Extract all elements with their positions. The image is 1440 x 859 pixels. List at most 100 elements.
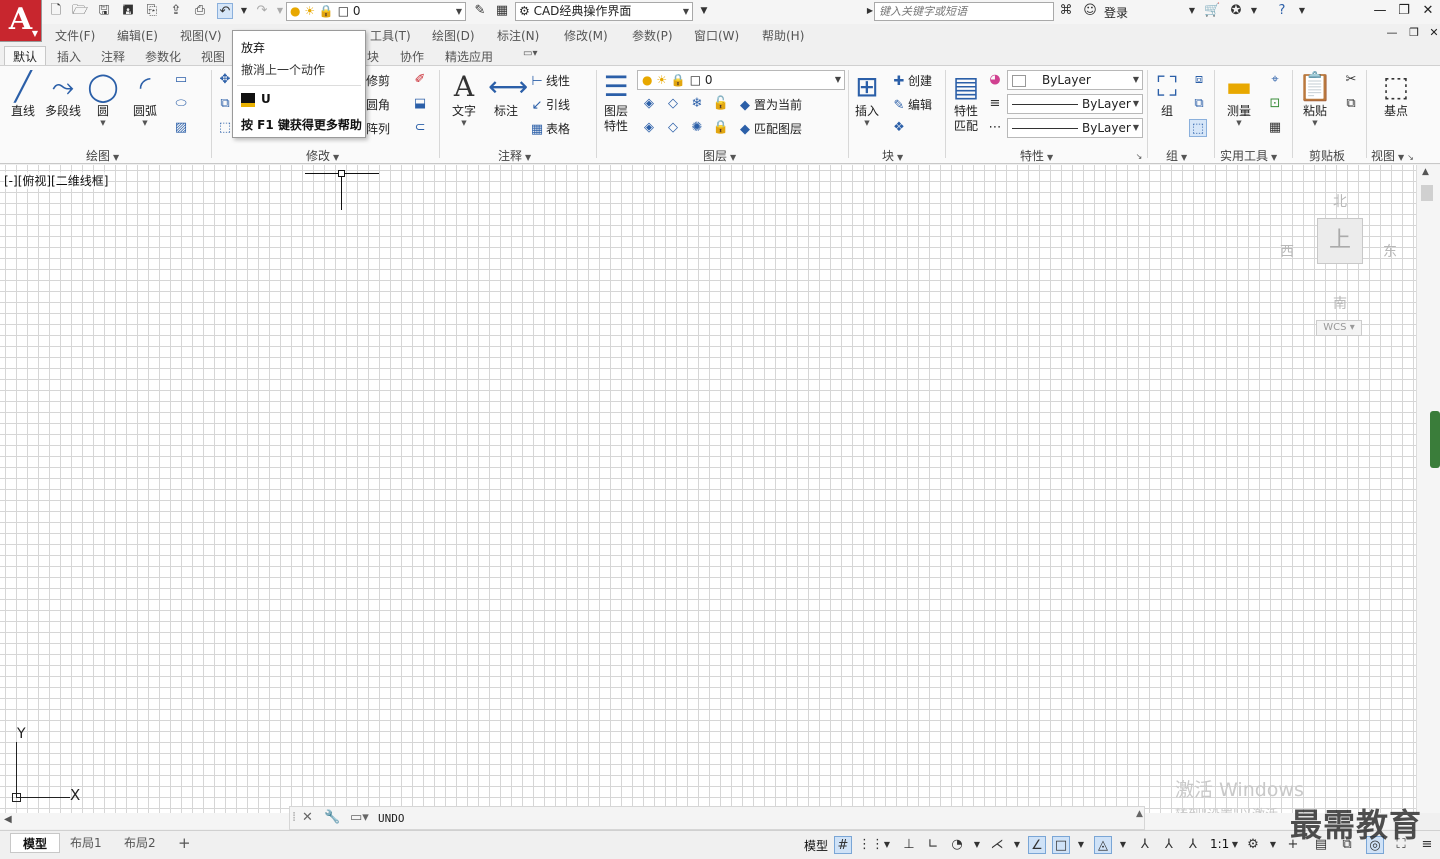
chevron-down-icon[interactable]: ▼ (1114, 836, 1132, 854)
annotation-scale-icon[interactable]: ⅄ (1136, 836, 1154, 854)
viewcube-west[interactable]: 西 (1280, 241, 1294, 261)
command-prompt-icon[interactable]: ▭▾ (350, 810, 369, 825)
navigation-bar-handle[interactable] (1430, 411, 1440, 468)
viewcube-north[interactable]: 北 (1333, 191, 1347, 211)
match-properties-icon[interactable]: ✎ (472, 3, 488, 19)
color-wheel-icon[interactable]: ◕ (986, 71, 1004, 89)
panel-title-utilities[interactable]: 实用工具 ▼ (1220, 147, 1277, 164)
panel-title-draw[interactable]: 绘图 ▼ (86, 147, 119, 164)
panel-title-block[interactable]: 块 ▼ (882, 147, 903, 164)
model-space-toggle[interactable]: 模型 (804, 837, 828, 854)
group-edit-icon[interactable]: ⧉ (1190, 95, 1208, 113)
viewcube-east[interactable]: 东 (1383, 241, 1397, 261)
print-icon[interactable]: ⎙ (192, 3, 208, 19)
viewcube[interactable]: 北 西 东 南 上 WCS ▾ (1276, 175, 1406, 345)
color-combo[interactable]: ByLayer ▼ (1007, 70, 1143, 90)
dialog-launcher-icon[interactable]: ↘ (1130, 148, 1148, 166)
panel-title-clipboard[interactable]: 剪贴板 (1309, 147, 1345, 164)
close-icon[interactable]: ✕ (302, 810, 313, 825)
menu-draw[interactable]: 绘图(D) (432, 27, 475, 44)
set-current-tool[interactable]: ◆ 置为当前 (736, 95, 802, 115)
ortho-icon[interactable]: ∟ (924, 836, 942, 854)
text-tool[interactable]: A 文字 ▼ (442, 70, 486, 127)
export-icon[interactable]: ⎘ (144, 3, 160, 19)
chevron-down-icon[interactable]: ▼ (1294, 3, 1310, 19)
viewcube-top-face[interactable]: 上 (1317, 218, 1363, 264)
minimize-icon[interactable]: — (1370, 2, 1390, 20)
polyline-tool[interactable]: ⤳ 多段线 (41, 70, 85, 119)
hatch-icon[interactable]: ▨ (172, 119, 190, 137)
panel-title-layers[interactable]: 图层 ▼ (703, 147, 736, 164)
help-icon[interactable]: ? (1274, 3, 1290, 19)
basepoint-tool[interactable]: ⬚ 基点 (1374, 70, 1418, 119)
tab-collaborate[interactable]: 协作 (400, 48, 424, 65)
tab-featured-apps[interactable]: 精选应用 (445, 48, 493, 65)
layout-tab-layout2[interactable]: 布局2 (112, 833, 168, 853)
polar-tracking-icon[interactable]: ◔ (948, 836, 966, 854)
menu-edit[interactable]: 编辑(E) (117, 27, 158, 44)
chevron-down-icon[interactable]: ▼ (878, 836, 896, 854)
tab-insert[interactable]: 插入 (57, 48, 81, 65)
tab-view[interactable]: 视图 (201, 48, 225, 65)
layer-off-icon[interactable]: ◈ (640, 95, 658, 113)
match-layer-tool[interactable]: ◆ 匹配图层 (736, 119, 802, 139)
offset-icon[interactable]: ⊂ (411, 119, 429, 137)
undo-icon[interactable]: ↶ (217, 3, 233, 19)
layer-thaw-icon[interactable]: ✺ (688, 119, 706, 137)
command-line[interactable]: ⁞ ✕ 🔧 ▭▾ UNDO ▲ (289, 806, 1145, 830)
tab-default[interactable]: 默认 (4, 46, 47, 66)
arc-tool[interactable]: ◜ 圆弧 ▼ (123, 70, 167, 127)
chevron-down-icon[interactable]: ▼ (1246, 3, 1262, 19)
open-file-icon[interactable]: 🗁 (72, 3, 88, 19)
ellipse-icon[interactable]: ⬭ (172, 95, 190, 113)
panel-title-view[interactable]: 视图 ▼ ↘ (1371, 147, 1414, 164)
lineweight-combo[interactable]: ByLayer ▼ (1007, 94, 1143, 114)
snap-icon[interactable]: ⋮⋮ (858, 836, 884, 854)
fillet-tool[interactable]: 圆角 (366, 95, 390, 115)
chevron-down-icon[interactable]: ▼ (1072, 836, 1090, 854)
object-snap-icon[interactable]: □ (1052, 836, 1070, 854)
save-as-icon[interactable]: 🖪 (120, 3, 136, 19)
annotation-visibility-icon[interactable]: ⅄ (1160, 836, 1178, 854)
quick-select-icon[interactable]: ⊡ (1266, 95, 1284, 113)
create-block-tool[interactable]: ✚ 创建 (890, 71, 932, 91)
layer-isolate-icon[interactable]: ◇ (664, 95, 682, 113)
doc-minimize-icon[interactable]: — (1382, 24, 1402, 42)
scroll-up-icon[interactable]: ▲ (1422, 167, 1429, 177)
login-button[interactable]: 登录 (1104, 4, 1128, 21)
copy-clip-icon[interactable]: ⧉ (1342, 95, 1360, 113)
restore-icon[interactable]: ❐ (1394, 2, 1414, 20)
new-file-icon[interactable]: 🗋 (48, 3, 64, 19)
line-tool[interactable]: ╱ 直线 (1, 70, 45, 119)
menu-help[interactable]: 帮助(H) (762, 27, 804, 44)
menu-view[interactable]: 视图(V) (180, 27, 222, 44)
undo-dropdown-icon[interactable]: ▼ (236, 3, 252, 19)
panel-title-modify[interactable]: 修改 ▼ (306, 147, 339, 164)
object-snap-tracking-icon[interactable]: ∠ (1028, 836, 1046, 854)
array-tool[interactable]: 阵列 (366, 119, 390, 139)
calculator-icon[interactable]: ▦ (494, 3, 510, 19)
group-select-icon[interactable]: ⬚ (1189, 119, 1207, 137)
chevron-down-icon[interactable]: ▼ (1184, 3, 1200, 19)
menu-file[interactable]: 文件(F) (55, 27, 95, 44)
id-point-icon[interactable]: ⌖ (1266, 71, 1284, 89)
scroll-left-icon[interactable]: ◀ (4, 814, 12, 825)
linetype-combo[interactable]: ByLayer ▼ (1007, 118, 1143, 138)
chevron-down-icon[interactable]: ▼ (968, 836, 986, 854)
measure-tool[interactable]: ▬ 测量 ▼ (1217, 70, 1261, 127)
binoculars-icon[interactable]: ⌘ (1058, 3, 1074, 19)
viewport-controls[interactable]: [-][俯视][二维线框] (4, 172, 109, 189)
wcs-menu[interactable]: WCS ▾ (1316, 320, 1362, 336)
panel-title-properties[interactable]: 特性 ▼ (1020, 147, 1053, 164)
doc-close-icon[interactable]: ✕ (1424, 24, 1440, 42)
redo-icon[interactable]: ↷ (254, 3, 270, 19)
ribbon-layer-combo[interactable]: ● ☀ 🔒 □ 0 ▼ (637, 70, 845, 90)
grip-icon[interactable]: ⁞ (292, 810, 296, 825)
leader-tool[interactable]: ↙ 引线 (528, 95, 570, 115)
layer-properties-tool[interactable]: ☰ 图层 特性 (594, 70, 638, 134)
cart-icon[interactable]: 🛒 (1204, 3, 1220, 19)
customize-quick-access-icon[interactable]: ▼ (696, 3, 712, 19)
linetype-icon[interactable]: ⋯ (986, 119, 1004, 137)
grid-icon[interactable]: # (834, 836, 852, 854)
menu-tools[interactable]: 工具(T) (370, 27, 411, 44)
